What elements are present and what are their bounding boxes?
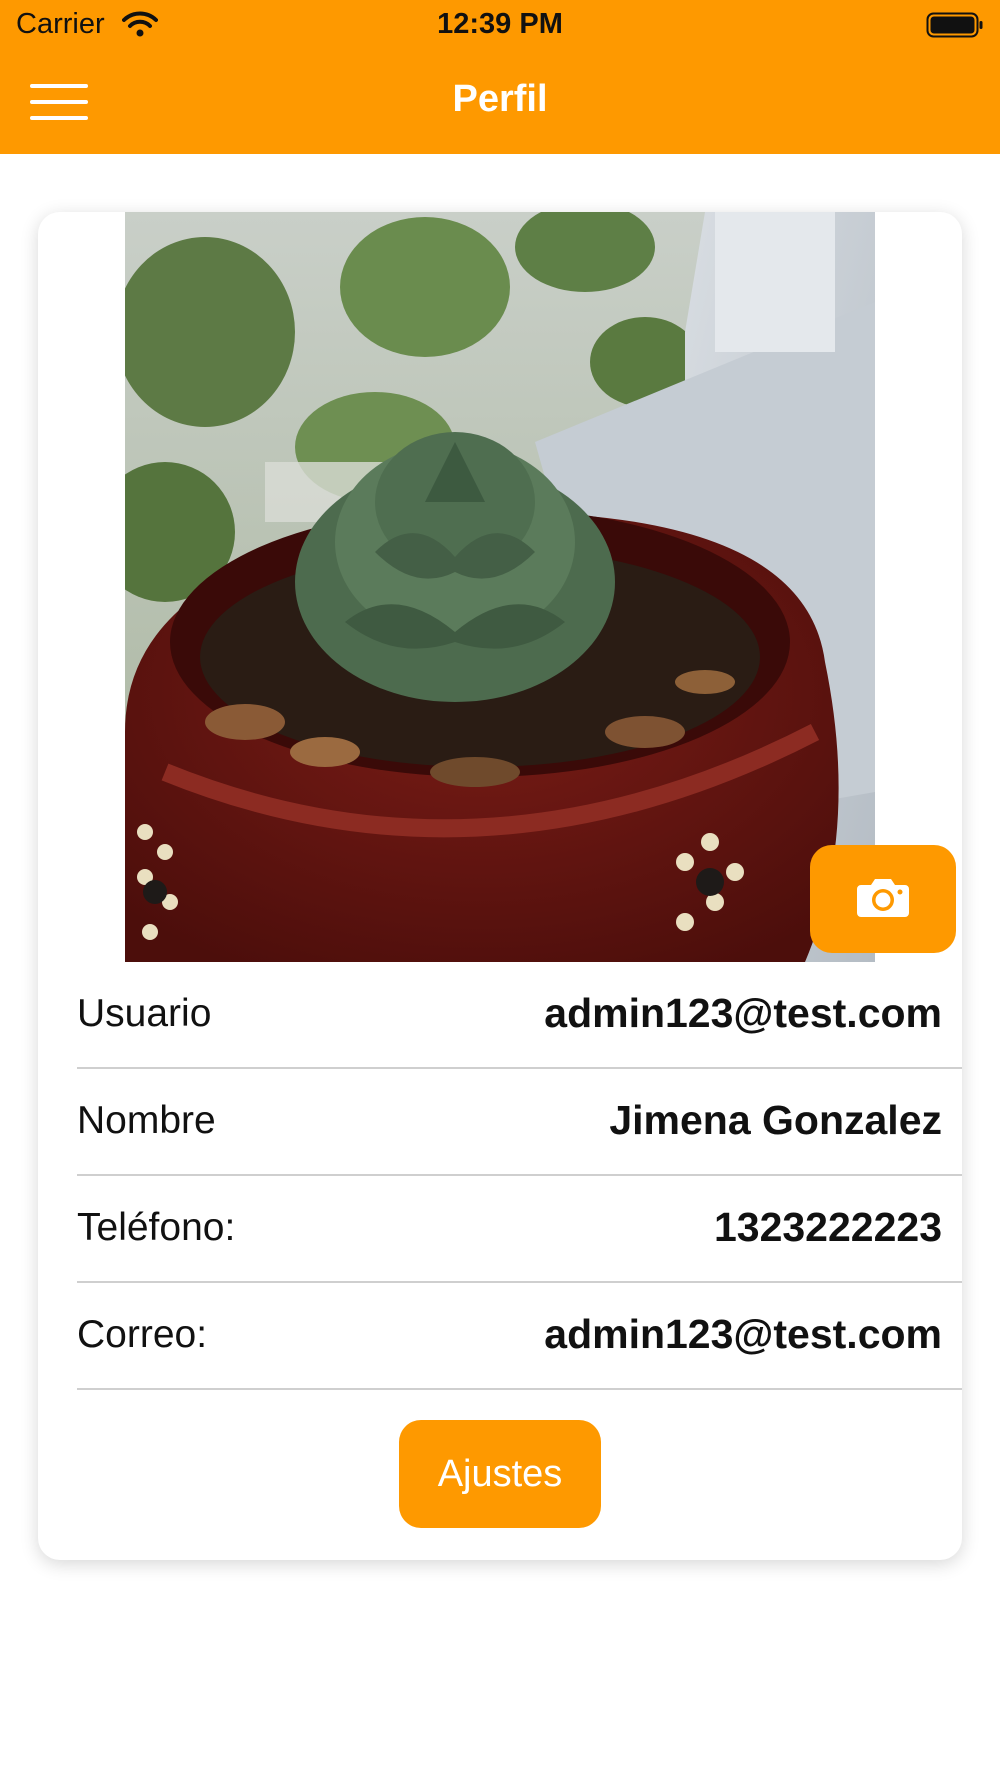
row-label: Usuario <box>77 992 212 1035</box>
profile-card: Usuario admin123@test.com Nombre Jimena … <box>38 212 962 1560</box>
settings-button[interactable]: Ajustes <box>399 1420 601 1528</box>
row-value: admin123@test.com <box>544 990 942 1036</box>
change-photo-button[interactable] <box>810 845 956 953</box>
row-value: admin123@test.com <box>544 1311 942 1357</box>
status-bar: Carrier 12:39 PM <box>0 0 1000 54</box>
camera-icon <box>855 875 911 924</box>
row-label: Correo: <box>77 1313 208 1356</box>
row-label: Teléfono: <box>77 1206 236 1249</box>
row-value: 1323222223 <box>713 1204 942 1250</box>
detail-row-nombre: Nombre Jimena Gonzalez <box>77 1069 962 1176</box>
profile-details: Usuario admin123@test.com Nombre Jimena … <box>77 962 962 1390</box>
row-label: Nombre <box>77 1099 216 1142</box>
clock-time: 12:39 PM <box>437 8 563 40</box>
detail-row-correo: Correo: admin123@test.com <box>77 1283 962 1390</box>
row-value: Jimena Gonzalez <box>609 1097 942 1143</box>
navigation-bar: Perfil <box>0 54 1000 154</box>
page-title: Perfil <box>452 78 548 120</box>
detail-row-usuario: Usuario admin123@test.com <box>77 962 962 1069</box>
detail-row-telefono: Teléfono: 1323222223 <box>77 1176 962 1283</box>
battery-icon <box>926 12 984 38</box>
profile-photo <box>125 212 875 962</box>
